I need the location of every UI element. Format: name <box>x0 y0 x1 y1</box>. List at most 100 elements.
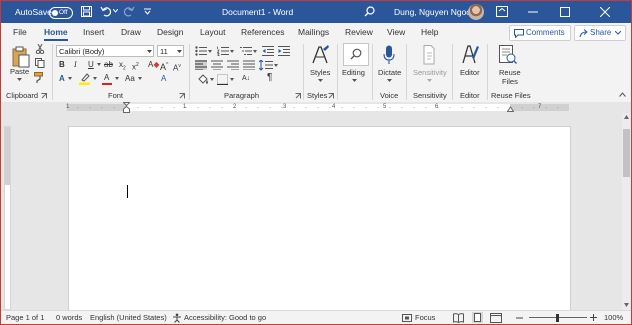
numbering-icon[interactable] <box>217 46 229 56</box>
document-page[interactable] <box>68 126 571 312</box>
shading-dropdown-icon[interactable] <box>210 78 214 81</box>
dictate-label[interactable]: Dictate <box>378 68 401 77</box>
subscript-icon[interactable]: x2 <box>119 60 126 74</box>
italic-icon[interactable]: I <box>74 60 77 70</box>
horizontal-ruler[interactable]: 1 1 2 3 4 5 6 7 <box>1 102 631 113</box>
autosave-toggle[interactable]: Off <box>49 7 73 19</box>
minimize-button[interactable] <box>519 1 547 23</box>
editing-label[interactable]: Editing <box>342 68 365 77</box>
dialog-launcher-icon[interactable] <box>41 93 47 99</box>
editor-icon[interactable] <box>462 45 480 65</box>
read-mode-icon[interactable] <box>453 313 464 323</box>
paste-label[interactable]: Paste <box>10 67 29 76</box>
shading-icon[interactable] <box>197 74 209 85</box>
strikethrough-icon[interactable]: ab <box>104 60 113 70</box>
bullets-icon[interactable] <box>195 46 207 56</box>
zoom-slider-thumb[interactable] <box>556 314 559 322</box>
bullets-dropdown-icon[interactable] <box>208 50 212 53</box>
maximize-button[interactable] <box>551 1 579 23</box>
tab-review[interactable]: Review <box>345 26 373 38</box>
editing-button[interactable] <box>343 43 369 66</box>
language-status[interactable]: English (United States) <box>90 313 167 323</box>
align-center-icon[interactable] <box>211 60 223 70</box>
tab-help[interactable]: Help <box>421 26 438 38</box>
scrollbar-thumb[interactable] <box>623 129 630 177</box>
borders-dropdown-icon[interactable] <box>230 78 234 81</box>
paste-dropdown-icon[interactable] <box>17 78 22 81</box>
comments-button[interactable]: Comments <box>509 25 571 41</box>
tab-home[interactable]: Home <box>44 26 68 38</box>
underline-icon[interactable]: U <box>88 60 94 70</box>
indent-marker-icon[interactable] <box>123 102 130 113</box>
undo-icon[interactable] <box>100 6 112 17</box>
numbering-dropdown-icon[interactable] <box>230 50 234 53</box>
save-icon[interactable] <box>81 6 92 17</box>
accessibility-status[interactable]: Accessibility: Good to go <box>184 313 266 323</box>
styles-label[interactable]: Styles <box>310 68 330 77</box>
sensitivity-dropdown-icon[interactable] <box>427 79 432 82</box>
dialog-launcher-icon[interactable] <box>179 93 185 99</box>
dialog-launcher-icon[interactable] <box>328 93 334 99</box>
align-right-icon[interactable] <box>227 60 239 70</box>
bold-icon[interactable]: B <box>59 60 65 70</box>
scroll-down-icon[interactable] <box>624 303 629 307</box>
font-color-dropdown-icon[interactable] <box>115 77 119 80</box>
highlight-dropdown-icon[interactable] <box>93 77 97 80</box>
user-name[interactable]: Dung, Nguyen Ngoc <box>394 6 471 18</box>
tab-mailings[interactable]: Mailings <box>298 26 329 38</box>
font-name-dropdown[interactable]: Calibri (Body) <box>56 45 154 57</box>
sensitivity-icon[interactable] <box>422 45 436 65</box>
editing-dropdown-icon[interactable] <box>352 79 357 82</box>
sort-icon[interactable]: A↓ <box>242 74 250 84</box>
undo-dropdown-icon[interactable] <box>113 9 118 13</box>
redo-icon[interactable] <box>123 6 135 17</box>
superscript-icon[interactable]: x2 <box>132 60 139 73</box>
line-spacing-icon[interactable] <box>259 60 273 71</box>
cut-icon[interactable] <box>35 44 45 54</box>
customize-icon[interactable] <box>144 8 151 15</box>
tab-file[interactable]: File <box>13 26 27 38</box>
align-left-icon[interactable] <box>195 60 207 70</box>
share-button[interactable]: Share <box>574 25 626 41</box>
tab-view[interactable]: View <box>387 26 405 38</box>
page-count[interactable]: Page 1 of 1 <box>6 313 44 323</box>
paste-icon[interactable] <box>12 46 30 68</box>
reuse-files-icon[interactable] <box>499 45 517 65</box>
focus-button[interactable]: Focus <box>415 313 435 323</box>
tab-design[interactable]: Design <box>157 26 183 38</box>
scroll-up-icon[interactable] <box>624 115 629 119</box>
collapse-ribbon-icon[interactable] <box>619 92 626 97</box>
line-spacing-dropdown-icon[interactable] <box>274 64 278 67</box>
word-count[interactable]: 0 words <box>56 313 82 323</box>
zoom-in-icon[interactable] <box>590 314 597 321</box>
ribbon-display-icon[interactable] <box>496 6 508 17</box>
zoom-out-icon[interactable] <box>516 317 523 319</box>
borders-icon[interactable] <box>217 74 228 85</box>
print-layout-icon[interactable] <box>472 312 483 323</box>
font-color-icon[interactable]: A <box>104 73 109 83</box>
tab-insert[interactable]: Insert <box>83 26 104 38</box>
text-effects-icon[interactable]: A <box>59 74 65 84</box>
clear-formatting-icon[interactable]: A◆ <box>148 60 160 70</box>
shrink-font-icon[interactable]: Av <box>173 61 181 74</box>
dictate-dropdown-icon[interactable] <box>387 79 392 82</box>
show-formatting-icon[interactable]: ¶ <box>267 73 272 83</box>
font-size-dropdown[interactable]: 11 <box>157 45 184 57</box>
text-effects-dropdown-icon[interactable] <box>68 77 72 80</box>
justify-icon[interactable] <box>243 60 255 70</box>
tab-references[interactable]: References <box>241 26 284 38</box>
decrease-indent-icon[interactable] <box>262 46 274 56</box>
avatar[interactable] <box>468 4 484 20</box>
reuse-files-label[interactable]: Files <box>502 77 518 86</box>
vertical-ruler[interactable] <box>4 126 11 310</box>
change-case-dropdown-icon[interactable] <box>138 77 142 80</box>
highlight-icon[interactable] <box>79 73 91 85</box>
right-indent-marker-icon[interactable] <box>507 106 514 112</box>
copy-icon[interactable] <box>35 58 45 68</box>
multilevel-list-icon[interactable] <box>240 46 252 56</box>
editor-label[interactable]: Editor <box>460 68 480 77</box>
web-layout-icon[interactable] <box>490 313 502 323</box>
reuse-label[interactable]: Reuse <box>499 68 521 77</box>
styles-dropdown-icon[interactable] <box>318 79 323 82</box>
dialog-launcher-icon[interactable] <box>295 93 301 99</box>
